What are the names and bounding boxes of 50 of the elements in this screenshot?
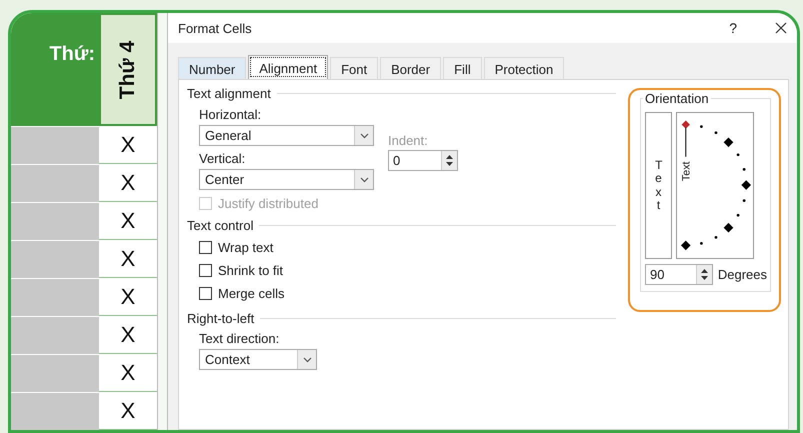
checkbox[interactable] bbox=[199, 241, 212, 254]
tab[interactable]: Font bbox=[330, 57, 378, 79]
tab[interactable]: Border bbox=[380, 57, 442, 79]
table-cell: X bbox=[120, 208, 136, 234]
chevron-down-icon bbox=[360, 132, 368, 138]
table-cell: X bbox=[120, 170, 136, 196]
spin-arrows-icon[interactable] bbox=[441, 151, 457, 170]
degrees-label: Degrees bbox=[718, 267, 767, 282]
close-icon[interactable] bbox=[775, 22, 787, 34]
pointer-handle[interactable] bbox=[682, 120, 690, 129]
tab[interactable]: Fill bbox=[443, 57, 482, 79]
dropdown-field[interactable]: Context bbox=[199, 349, 317, 370]
checkbox-label: Shrink to fit bbox=[218, 263, 284, 278]
angle-marks-drawing[interactable] bbox=[680, 125, 751, 250]
field-label: Vertical: bbox=[199, 151, 246, 166]
group-title: Text alignment bbox=[187, 86, 271, 101]
tab[interactable]: Alignment bbox=[248, 55, 328, 79]
chevron-down-icon bbox=[302, 356, 312, 362]
table-cell: X bbox=[120, 322, 136, 348]
table-cell: X bbox=[120, 398, 136, 424]
group-title: Text control bbox=[187, 218, 254, 233]
field-label: Text direction: bbox=[199, 331, 280, 346]
checkbox-label: Justify distributed bbox=[218, 196, 318, 211]
checkbox[interactable] bbox=[199, 287, 212, 300]
window-title: Format Cells bbox=[178, 20, 253, 36]
field-label: Indent: bbox=[388, 133, 428, 148]
tab[interactable]: Protection bbox=[484, 57, 564, 79]
table-cell: X bbox=[120, 246, 136, 272]
chevron-down-icon bbox=[360, 176, 368, 182]
selected-cell[interactable]: Thứ 4 bbox=[99, 13, 157, 126]
group-title: Right-to-left bbox=[187, 311, 254, 326]
column-header: Thứ 4 bbox=[116, 40, 140, 99]
table-cell: X bbox=[120, 360, 136, 386]
field-label: Horizontal: bbox=[199, 107, 262, 122]
help-button[interactable]: ? bbox=[729, 20, 737, 36]
table-cell: X bbox=[120, 284, 136, 310]
checkbox-label: Merge cells bbox=[218, 286, 284, 301]
table-cell: X bbox=[120, 132, 136, 158]
header-label: Thứ: bbox=[49, 43, 95, 66]
dropdown-field[interactable]: Center bbox=[199, 169, 374, 190]
rotated-text: Text bbox=[680, 161, 693, 182]
group-title: Orientation bbox=[643, 91, 711, 106]
tab[interactable]: Number bbox=[178, 57, 246, 79]
dropdown-field[interactable]: General bbox=[199, 125, 374, 146]
orientation-dial[interactable]: Text bbox=[676, 112, 754, 259]
vertical-text-button[interactable]: Text bbox=[645, 112, 672, 259]
checkbox-label: Wrap text bbox=[218, 240, 274, 255]
degrees-field[interactable]: 90 bbox=[645, 264, 713, 285]
checkbox[interactable] bbox=[199, 264, 212, 277]
spin-arrows-icon[interactable] bbox=[696, 265, 712, 284]
